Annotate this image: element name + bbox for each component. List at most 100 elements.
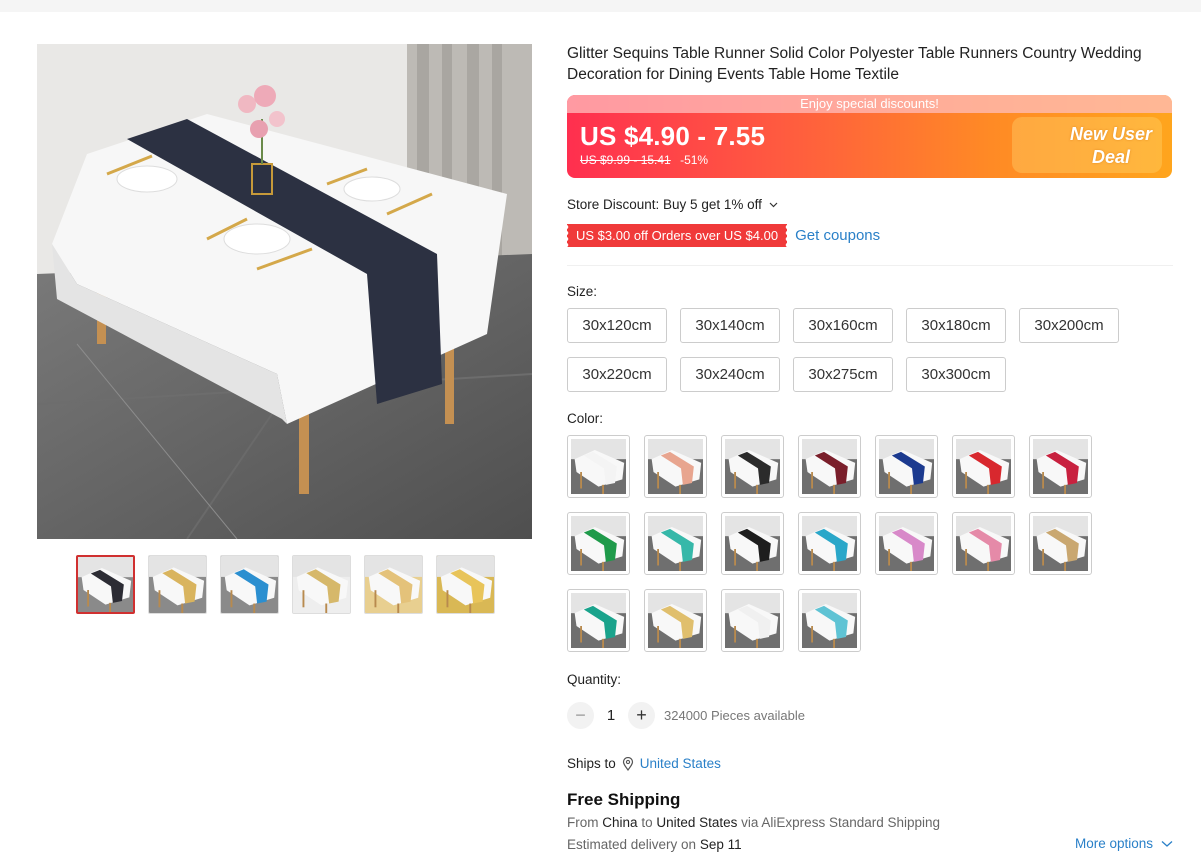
chevron-down-icon (1161, 840, 1173, 847)
color-swatch[interactable] (875, 435, 938, 498)
section-divider (567, 265, 1173, 266)
new-user-deal-badge: New User Deal (1070, 123, 1152, 169)
ships-to-label: Ships to (567, 756, 616, 771)
shipping-route: From China to United States via AliExpre… (567, 815, 940, 830)
swatch-image (802, 516, 857, 571)
thumbnail-image (437, 556, 494, 613)
color-label: Color: (567, 411, 604, 426)
to-word: to (641, 815, 653, 830)
chevron-down-icon (769, 203, 778, 208)
size-option[interactable]: 30x160cm (793, 308, 893, 343)
gallery-thumbnail[interactable] (364, 555, 423, 614)
decrease-quantity-button[interactable]: − (567, 702, 594, 729)
color-swatch[interactable] (952, 512, 1015, 575)
color-swatch[interactable] (952, 435, 1015, 498)
origin-country: China (602, 815, 638, 830)
destination-country: United States (656, 815, 738, 830)
swatch-image (802, 593, 857, 648)
from-prefix: From (567, 815, 599, 830)
color-swatch[interactable] (1029, 512, 1092, 575)
size-option[interactable]: 30x200cm (1019, 308, 1119, 343)
discount-percent: -51% (680, 153, 709, 167)
location-pin-icon (622, 756, 633, 771)
delivery-date: Sep 11 (699, 837, 742, 852)
color-swatch[interactable] (1029, 435, 1092, 498)
swatch-image (956, 439, 1011, 494)
color-swatch[interactable] (644, 589, 707, 652)
swatch-image (571, 439, 626, 494)
deal-line-1: New User (1069, 124, 1152, 144)
swatch-image (648, 516, 703, 571)
coupon-row: US $3.00 off Orders over US $4.00 Get co… (565, 224, 880, 247)
current-price: US $4.90 - 7.55 (580, 121, 766, 151)
thumbnail-image (221, 556, 278, 613)
size-option[interactable]: 30x220cm (567, 357, 667, 392)
thumbnail-image (149, 556, 206, 613)
color-swatch[interactable] (567, 435, 630, 498)
thumbnail-image (365, 556, 422, 613)
color-swatch[interactable] (798, 589, 861, 652)
swatch-image (1033, 439, 1088, 494)
size-options: 30x120cm 30x140cm 30x160cm 30x180cm 30x200cm… (567, 308, 1173, 392)
table-scene-illustration (37, 44, 532, 539)
swatch-image (648, 593, 703, 648)
gallery-thumbnail[interactable] (76, 555, 135, 614)
quantity-value[interactable]: 1 (594, 707, 628, 724)
price-banner: Enjoy special discounts! US $4.90 - 7.55… (567, 95, 1172, 178)
size-option[interactable]: 30x240cm (680, 357, 780, 392)
size-option[interactable]: 30x180cm (906, 308, 1006, 343)
coupon-tag[interactable]: US $3.00 off Orders over US $4.00 (565, 224, 788, 247)
swatch-image (956, 516, 1011, 571)
size-option[interactable]: 30x120cm (567, 308, 667, 343)
pieces-available: 324000 Pieces available (664, 708, 805, 723)
discount-strip: Enjoy special discounts! (567, 95, 1172, 113)
swatch-image (648, 439, 703, 494)
color-swatch[interactable] (644, 435, 707, 498)
get-coupons-link[interactable]: Get coupons (795, 227, 880, 244)
more-options-label: More options (1074, 836, 1153, 851)
store-discount-dropdown[interactable]: Store Discount: Buy 5 get 1% off (567, 197, 778, 212)
swatch-image (571, 516, 626, 571)
size-option[interactable]: 30x300cm (906, 357, 1006, 392)
color-swatch[interactable] (721, 589, 784, 652)
original-price-row: US $9.99 - 15.41 -51% (580, 153, 708, 167)
color-swatch[interactable] (721, 435, 784, 498)
gallery-thumbnail[interactable] (220, 555, 279, 614)
size-option[interactable]: 30x275cm (793, 357, 893, 392)
swatch-image (879, 439, 934, 494)
gallery-thumbnail[interactable] (436, 555, 495, 614)
top-bar (0, 0, 1201, 12)
color-swatch[interactable] (644, 512, 707, 575)
store-discount-text: Store Discount: Buy 5 get 1% off (567, 197, 762, 212)
thumbnail-strip (76, 555, 495, 614)
color-swatch[interactable] (798, 435, 861, 498)
color-swatch[interactable] (567, 512, 630, 575)
swatch-image (725, 439, 780, 494)
estimated-delivery: Estimated delivery on Sep 11 (567, 837, 742, 852)
swatch-image (571, 593, 626, 648)
size-option[interactable]: 30x140cm (680, 308, 780, 343)
color-swatch[interactable] (567, 589, 630, 652)
ship-to-country-link[interactable]: United States (640, 756, 721, 771)
swatch-image (1033, 516, 1088, 571)
free-shipping-heading: Free Shipping (567, 790, 681, 809)
ships-to-row: Ships to United States (567, 756, 721, 771)
increase-quantity-button[interactable]: + (628, 702, 655, 729)
color-swatch[interactable] (721, 512, 784, 575)
original-price: US $9.99 - 15.41 (580, 153, 671, 167)
main-product-image[interactable] (37, 44, 532, 539)
product-title: Glitter Sequins Table Runner Solid Color… (567, 45, 1142, 83)
gallery-thumbnail[interactable] (292, 555, 351, 614)
deal-line-2: Deal (1091, 147, 1130, 167)
size-label: Size: (567, 284, 598, 299)
gallery-thumbnail[interactable] (148, 555, 207, 614)
thumbnail-image (293, 556, 350, 613)
color-swatch[interactable] (798, 512, 861, 575)
more-options-link[interactable]: More options (1075, 836, 1173, 851)
color-swatch[interactable] (875, 512, 938, 575)
swatch-image (725, 593, 780, 648)
delivery-prefix: Estimated delivery on (567, 837, 697, 852)
swatch-image (725, 516, 780, 571)
quantity-label: Quantity: (567, 672, 622, 687)
quantity-stepper: − 1 + 324000 Pieces available (567, 702, 805, 729)
